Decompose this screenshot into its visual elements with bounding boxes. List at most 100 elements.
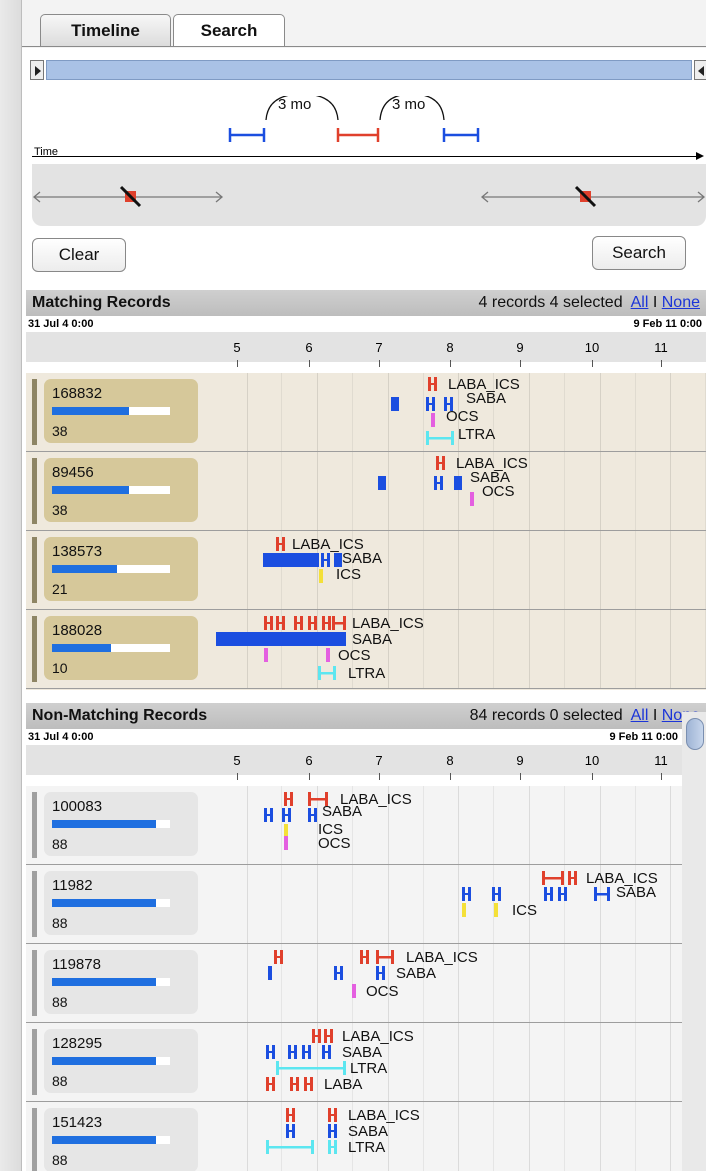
event-mark[interactable] — [462, 887, 471, 901]
axis-tick — [520, 360, 521, 367]
event-mark[interactable] — [264, 648, 268, 662]
event-mark[interactable] — [308, 808, 317, 822]
event-mark[interactable] — [312, 1029, 321, 1043]
event-mark[interactable] — [264, 616, 273, 630]
axis-tick — [237, 360, 238, 367]
event-mark[interactable] — [268, 966, 272, 980]
event-mark[interactable] — [294, 616, 303, 630]
event-mark[interactable] — [284, 824, 288, 838]
interval-blue-1[interactable] — [228, 128, 266, 142]
event-mark[interactable] — [426, 397, 435, 411]
event-mark[interactable] — [288, 1045, 297, 1059]
nonmatching-axis: 5 6 7 8 9 10 11 — [26, 745, 682, 780]
interval-red[interactable] — [336, 128, 380, 142]
horizontal-scrollbar[interactable] — [22, 56, 706, 86]
event-mark[interactable] — [376, 966, 385, 980]
event-mark[interactable] — [568, 871, 577, 885]
event-mark[interactable] — [276, 616, 285, 630]
nonmatching-all-link[interactable]: All — [631, 707, 649, 724]
event-mark[interactable] — [542, 871, 564, 885]
matching-all-link[interactable]: All — [631, 294, 649, 311]
lifelines-panel: Timeline Search 3 mo 3 mo Time Clear Sea… — [0, 0, 706, 1171]
event-mark[interactable] — [302, 1045, 311, 1059]
event-mark[interactable] — [290, 1077, 299, 1091]
event-mark[interactable] — [284, 792, 293, 806]
event-mark[interactable] — [322, 1045, 331, 1059]
event-mark[interactable] — [321, 553, 330, 567]
event-mark[interactable] — [266, 1045, 275, 1059]
event-mark[interactable] — [436, 456, 445, 470]
event-mark[interactable] — [276, 1061, 346, 1075]
event-mark[interactable] — [470, 492, 474, 506]
scroll-track[interactable] — [46, 60, 692, 80]
record-row[interactable]: 188028 10 LABA_ICS SABA OCS LTRA — [26, 610, 706, 689]
record-row[interactable]: 119878 88 LABA_ICS SABA OCS — [26, 944, 682, 1023]
axis-tick-label: 10 — [584, 340, 600, 355]
event-mark[interactable] — [326, 648, 330, 662]
record-row[interactable]: 151423 88 LABA_ICS SABA LTRA — [26, 1102, 682, 1171]
event-mark[interactable] — [431, 413, 435, 427]
absence-range-2[interactable] — [480, 191, 706, 203]
event-mark[interactable] — [428, 377, 437, 391]
axis-tick-label: 6 — [305, 340, 313, 355]
event-mark[interactable] — [264, 808, 273, 822]
matching-none-link[interactable]: None — [662, 294, 700, 311]
record-row[interactable]: 100083 88 LABA_ICS SABA ICS OCS — [26, 786, 682, 865]
event-mark[interactable] — [352, 984, 356, 998]
event-label: ICS — [336, 566, 362, 583]
event-mark[interactable] — [454, 476, 462, 490]
nonmatching-header: Non-Matching Records 84 records 0 select… — [26, 703, 706, 729]
event-mark[interactable] — [494, 903, 498, 917]
event-mark[interactable] — [360, 950, 369, 964]
event-mark[interactable] — [286, 1124, 295, 1138]
event-mark[interactable] — [322, 616, 331, 630]
event-mark[interactable] — [284, 836, 288, 850]
event-mark[interactable] — [334, 966, 343, 980]
event-mark[interactable] — [318, 666, 336, 680]
event-mark[interactable] — [594, 887, 610, 901]
event-mark[interactable] — [276, 537, 285, 551]
event-mark[interactable] — [434, 476, 443, 490]
record-row[interactable]: 138573 21 LABA_ICS SABA ICS — [26, 531, 706, 610]
record-row[interactable]: 89456 38 LABA_ICS SABA OCS — [26, 452, 706, 531]
scroll-left-button[interactable] — [30, 60, 44, 80]
event-mark[interactable] — [544, 887, 553, 901]
event-mark[interactable] — [492, 887, 501, 901]
tab-timeline[interactable]: Timeline — [40, 14, 171, 46]
scroll-thumb[interactable] — [686, 718, 704, 750]
event-label: ICS — [512, 902, 538, 919]
event-mark[interactable] — [263, 553, 319, 567]
event-mark[interactable] — [304, 1077, 313, 1091]
event-mark[interactable] — [266, 1077, 275, 1091]
event-mark[interactable] — [462, 903, 466, 917]
interval-blue-2[interactable] — [442, 128, 480, 142]
event-mark[interactable] — [282, 808, 291, 822]
event-mark[interactable] — [274, 950, 283, 964]
event-mark[interactable] — [324, 1029, 333, 1043]
record-row[interactable]: 168832 38 LABA_ICS SABA OCS LTRA — [26, 373, 706, 452]
event-mark[interactable] — [328, 1108, 337, 1122]
event-mark[interactable] — [376, 950, 394, 964]
record-events — [391, 377, 454, 445]
event-mark[interactable] — [308, 616, 317, 630]
axis-tick-label: 9 — [516, 340, 524, 355]
event-mark[interactable] — [286, 1108, 295, 1122]
event-mark[interactable] — [328, 1140, 337, 1154]
event-mark[interactable] — [426, 431, 454, 445]
search-button[interactable]: Search — [592, 236, 686, 270]
scroll-right-button[interactable] — [694, 60, 706, 80]
record-row[interactable]: 11982 88 LABA_ICS SABA ICS — [26, 865, 682, 944]
event-mark[interactable] — [378, 476, 386, 490]
tab-search[interactable]: Search — [173, 14, 285, 46]
record-row[interactable]: 128295 88 LABA_ICS SABA LTRA LABA — [26, 1023, 682, 1102]
event-mark[interactable] — [558, 887, 567, 901]
event-mark[interactable] — [319, 569, 323, 583]
event-mark[interactable] — [391, 397, 399, 411]
event-mark[interactable] — [332, 616, 346, 630]
vertical-scrollbar[interactable] — [682, 712, 706, 1171]
event-mark[interactable] — [334, 553, 342, 567]
clear-button[interactable]: Clear — [32, 238, 126, 272]
event-mark[interactable] — [266, 1140, 314, 1154]
event-mark[interactable] — [216, 632, 346, 646]
event-mark[interactable] — [328, 1124, 337, 1138]
